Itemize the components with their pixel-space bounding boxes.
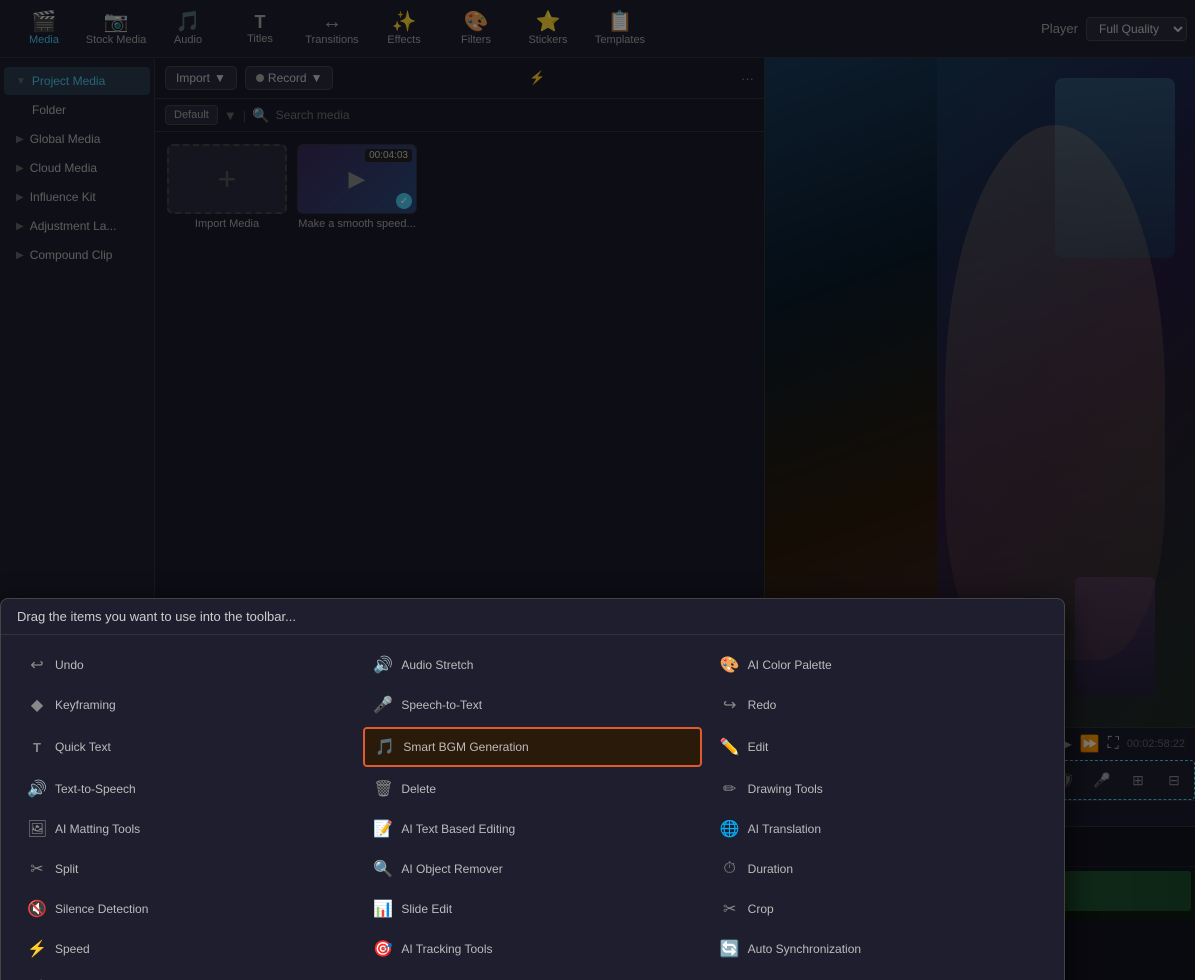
custom-ai-matting[interactable]: 🖼 AI Matting Tools — [17, 811, 355, 847]
custom-crop[interactable]: ✂ Crop — [710, 891, 1048, 927]
keyframing-icon: ◆ — [27, 695, 47, 715]
bgm-icon: 🎵 — [375, 737, 395, 757]
matting-icon: 🖼 — [27, 819, 47, 839]
custom-ai-tracking[interactable]: 🎯 AI Tracking Tools — [363, 931, 701, 967]
speed-icon: ⚡ — [27, 939, 47, 959]
toolbar-custom-grid: ↩ Undo 🔊 Audio Stretch 🎨 AI Color Palett… — [1, 635, 1064, 980]
custom-keyframing[interactable]: ◆ Keyframing — [17, 687, 355, 723]
custom-ai-color-palette[interactable]: 🎨 AI Color Palette — [710, 647, 1048, 683]
custom-text-to-speech[interactable]: 🔊 Text-to-Speech — [17, 771, 355, 807]
slide-edit-icon: 📊 — [373, 899, 393, 919]
stt-icon: 🎤 — [373, 695, 393, 715]
custom-drawing-tools[interactable]: ✏ Drawing Tools — [710, 771, 1048, 807]
delete-icon: 🗑 — [373, 779, 393, 799]
silence-icon: 🔇 — [27, 899, 47, 919]
object-remover-icon: 🔍 — [373, 859, 393, 879]
toolbar-custom-header: Drag the items you want to use into the … — [1, 599, 1064, 635]
crop-icon: ✂ — [720, 899, 740, 919]
text-editing-icon: 📝 — [373, 819, 393, 839]
custom-slide-edit[interactable]: 📊 Slide Edit — [363, 891, 701, 927]
custom-ai-translation[interactable]: 🌐 AI Translation — [710, 811, 1048, 847]
custom-redo[interactable]: ↪ Redo — [710, 687, 1048, 723]
custom-ai-object-remover[interactable]: 🔍 AI Object Remover — [363, 851, 701, 887]
custom-undo[interactable]: ↩ Undo — [17, 647, 355, 683]
toolbar-customization-panel: Drag the items you want to use into the … — [0, 598, 1065, 980]
custom-audio-stretch[interactable]: 🔊 Audio Stretch — [363, 647, 701, 683]
tts-cust-icon: 🔊 — [27, 779, 47, 799]
edit-icon: ✏️ — [720, 737, 740, 757]
duration-icon: ⏱ — [720, 860, 740, 878]
custom-speech-to-text[interactable]: 🎤 Speech-to-Text — [363, 687, 701, 723]
custom-quick-text[interactable]: T Quick Text — [17, 727, 355, 767]
quick-text-icon: T — [27, 740, 47, 755]
custom-split[interactable]: ✂ Split — [17, 851, 355, 887]
translation-icon: 🌐 — [720, 819, 740, 839]
custom-duration[interactable]: ⏱ Duration — [710, 851, 1048, 887]
custom-smart-bgm[interactable]: 🎵 Smart BGM Generation — [363, 727, 701, 767]
custom-silence-detection[interactable]: 🔇 Silence Detection — [17, 891, 355, 927]
custom-speed[interactable]: ⚡ Speed — [17, 931, 355, 967]
color-palette-icon: 🎨 — [720, 655, 740, 675]
custom-ai-text-editing[interactable]: 📝 AI Text Based Editing — [363, 811, 701, 847]
auto-sync-icon: 🔄 — [720, 939, 740, 959]
custom-delete[interactable]: 🗑 Delete — [363, 771, 701, 807]
custom-auto-sync[interactable]: 🔄 Auto Synchronization — [710, 931, 1048, 967]
drawing-icon: ✏ — [720, 779, 740, 799]
split-icon: ✂ — [27, 859, 47, 879]
audio-stretch-icon: 🔊 — [373, 655, 393, 675]
tracking-icon: 🎯 — [373, 939, 393, 959]
custom-edit[interactable]: ✏️ Edit — [710, 727, 1048, 767]
custom-disable-auto-ripple[interactable]: 🔗 Disable Auto Ripple — [17, 971, 355, 980]
undo-icon: ↩ — [27, 655, 47, 675]
redo-icon: ↪ — [720, 695, 740, 715]
